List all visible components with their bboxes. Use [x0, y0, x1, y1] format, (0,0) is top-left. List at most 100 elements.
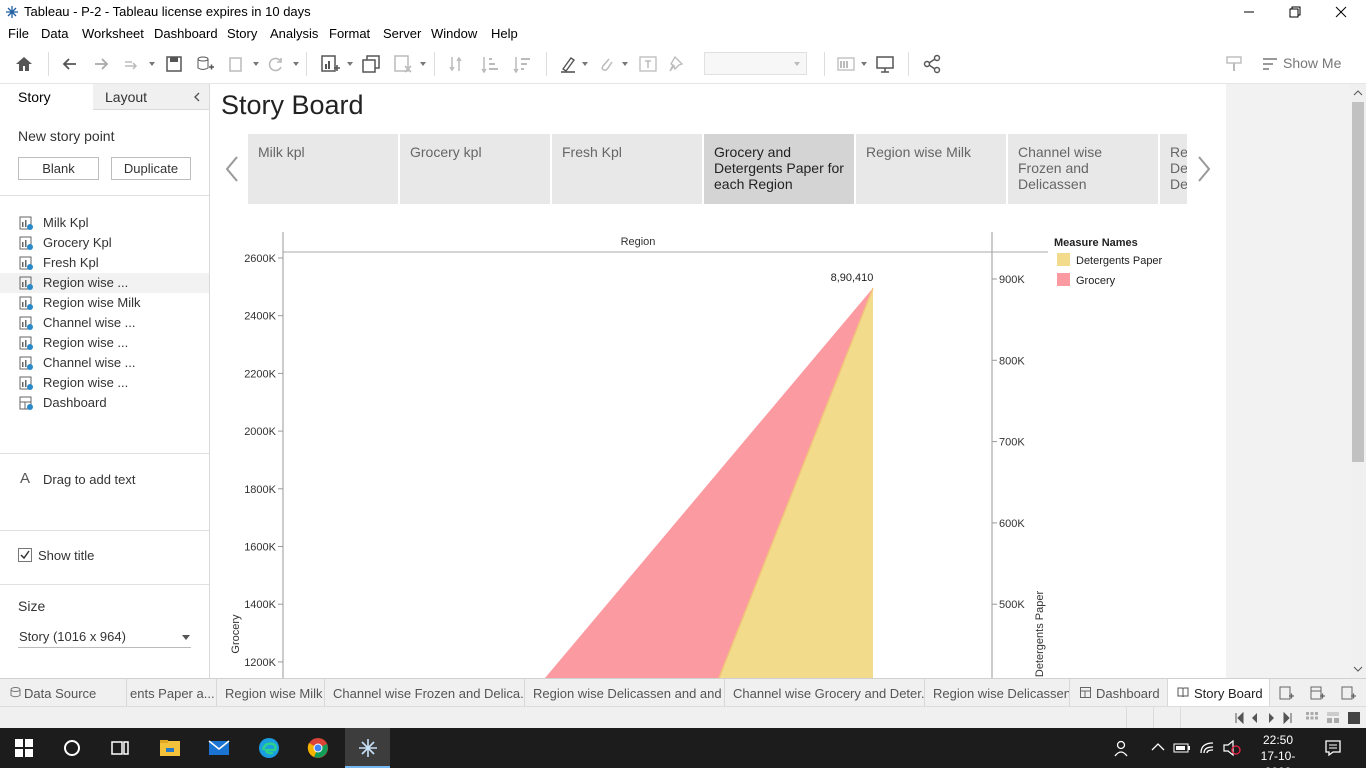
sheet-tab[interactable]: Region wise Milk — [217, 679, 325, 706]
show-tabs-icon[interactable] — [1327, 712, 1339, 724]
undo-button[interactable] — [60, 54, 80, 74]
menu-dashboard[interactable]: Dashboard — [154, 26, 218, 41]
story-point-tab-active[interactable]: Grocery and Detergents Paper for each Re… — [704, 134, 854, 204]
tab-layout[interactable]: Layout — [105, 89, 147, 105]
scroll-down-icon[interactable] — [1350, 663, 1366, 675]
chrome-browser-icon[interactable] — [306, 736, 330, 760]
story-sheet-item[interactable]: Milk Kpl — [0, 213, 209, 233]
story-point-tab[interactable]: Milk kpl — [248, 134, 398, 204]
menu-file[interactable]: File — [8, 26, 29, 41]
show-filmstrip-icon[interactable] — [1306, 712, 1318, 724]
sheet-tab[interactable]: ents Paper a... — [127, 679, 217, 706]
story-sheet-item[interactable]: Channel wise ... — [0, 313, 209, 333]
blank-button[interactable]: Blank — [18, 157, 99, 180]
tab-data-source[interactable]: Data Source — [0, 679, 127, 706]
show-cards-button[interactable] — [836, 54, 856, 74]
home-button[interactable] — [14, 54, 34, 74]
chevron-up-icon[interactable] — [1151, 742, 1165, 752]
format-painter-button[interactable] — [1224, 54, 1244, 74]
sheet-tab[interactable]: Channel wise Frozen and Delica... — [325, 679, 525, 706]
next-story-point-icon[interactable] — [1194, 154, 1214, 184]
new-worksheet-button[interactable] — [320, 54, 340, 74]
story-point-tab[interactable]: Channel wise Frozen and Delicassen — [1008, 134, 1158, 204]
clear-sheet-button[interactable] — [393, 54, 413, 74]
sheet-tab[interactable]: Region wise Delicassen — [925, 679, 1070, 706]
labels-button[interactable] — [638, 54, 658, 74]
sheet-navigation-icons[interactable] — [1234, 712, 1294, 724]
taskbar-clock[interactable]: 22:50 17-10-2023 — [1250, 732, 1306, 780]
close-button[interactable] — [1318, 0, 1364, 24]
share-button[interactable] — [922, 54, 942, 74]
replay-button[interactable] — [122, 54, 142, 74]
people-icon[interactable] — [1114, 739, 1132, 757]
story-sheet-item[interactable]: Region wise ... — [0, 333, 209, 353]
mail-icon[interactable] — [207, 736, 231, 760]
drag-text-item[interactable]: A Drag to add text — [0, 470, 209, 490]
highlight-button[interactable] — [558, 54, 578, 74]
new-worksheet-tab-icon[interactable] — [1279, 685, 1295, 701]
file-explorer-icon[interactable] — [158, 736, 182, 760]
menu-server[interactable]: Server — [383, 26, 421, 41]
search-icon[interactable] — [60, 736, 84, 760]
menu-analysis[interactable]: Analysis — [270, 26, 318, 41]
redo-button[interactable] — [91, 54, 111, 74]
size-dropdown[interactable]: Story (1016 x 964) — [18, 627, 191, 648]
menu-format[interactable]: Format — [329, 26, 370, 41]
vertical-scrollbar[interactable] — [1350, 84, 1366, 678]
story-sheet-item[interactable]: Channel wise ... — [0, 353, 209, 373]
story-sheet-item[interactable]: Fresh Kpl — [0, 253, 209, 273]
tab-story-board-active[interactable]: Story Board — [1168, 679, 1270, 706]
menu-worksheet[interactable]: Worksheet — [82, 26, 144, 41]
new-datasource-button[interactable] — [195, 54, 215, 74]
windows-start-icon[interactable] — [12, 736, 36, 760]
legend-item-grocery[interactable]: Grocery — [1076, 275, 1116, 287]
minimize-button[interactable] — [1226, 0, 1272, 24]
refresh-button[interactable] — [266, 54, 286, 74]
collapse-panel-icon[interactable] — [193, 92, 201, 102]
presentation-mode-button[interactable] — [875, 54, 895, 74]
sheet-tab[interactable]: Channel wise Grocery and Deter... — [725, 679, 925, 706]
new-story-tab-icon[interactable] — [1341, 685, 1357, 701]
story-dashboard-item[interactable]: Dashboard — [0, 393, 209, 413]
story-sheet-item[interactable]: Region wise ... — [0, 373, 209, 393]
menu-story[interactable]: Story — [227, 26, 257, 41]
task-view-icon[interactable] — [108, 736, 132, 760]
story-point-tab[interactable]: Fresh Kpl — [552, 134, 702, 204]
story-sheet-item[interactable]: Region wise ... — [0, 273, 209, 293]
scrollbar-thumb[interactable] — [1352, 102, 1364, 462]
story-sheet-item[interactable]: Grocery Kpl — [0, 233, 209, 253]
sort-ascending-button[interactable] — [480, 54, 500, 74]
swap-button[interactable] — [447, 54, 467, 74]
edge-browser-icon[interactable] — [257, 736, 281, 760]
duplicate-button[interactable]: Duplicate — [111, 157, 191, 180]
legend-item-detergents[interactable]: Detergents Paper — [1076, 255, 1163, 267]
speaker-icon[interactable] — [1222, 739, 1242, 757]
tab-dashboard[interactable]: Dashboard — [1070, 679, 1168, 706]
story-point-tab[interactable]: Region wise Milk — [856, 134, 1006, 204]
sort-descending-button[interactable] — [512, 54, 532, 74]
taskbar-tableau-active[interactable] — [345, 728, 390, 768]
sheet-tab[interactable]: Region wise Delicassen and and ... — [525, 679, 725, 706]
wifi-icon[interactable] — [1199, 739, 1217, 757]
menu-window[interactable]: Window — [431, 26, 477, 41]
story-point-tab[interactable]: Grocery kpl — [400, 134, 550, 204]
show-sheet-icon[interactable] — [1348, 712, 1360, 724]
duplicate-sheet-button[interactable] — [361, 54, 381, 74]
annotate-button[interactable] — [596, 54, 616, 74]
restore-button[interactable] — [1272, 0, 1318, 24]
save-button[interactable] — [164, 54, 184, 74]
tab-story[interactable]: Story — [18, 84, 93, 110]
pin-button[interactable] — [667, 54, 687, 74]
fit-dropdown[interactable] — [704, 52, 807, 75]
show-title-checkbox[interactable]: Show title — [18, 547, 198, 565]
notifications-icon[interactable] — [1324, 739, 1342, 757]
scroll-up-icon[interactable] — [1350, 87, 1366, 99]
new-dashboard-tab-icon[interactable] — [1310, 685, 1326, 701]
previous-story-point-icon[interactable] — [222, 154, 242, 184]
battery-icon[interactable] — [1173, 741, 1191, 755]
story-point-tab[interactable]: Re De De — [1160, 134, 1187, 204]
paste-button[interactable] — [226, 54, 246, 74]
menu-data[interactable]: Data — [41, 26, 68, 41]
story-sheet-item[interactable]: Region wise Milk — [0, 293, 209, 313]
menu-help[interactable]: Help — [491, 26, 518, 41]
